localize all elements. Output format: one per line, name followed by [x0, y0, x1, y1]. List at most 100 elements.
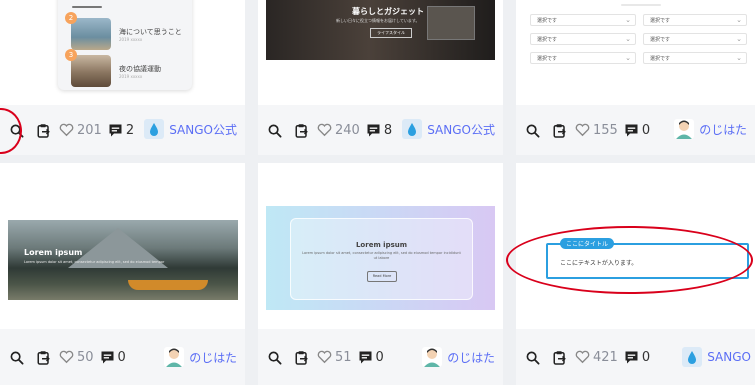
card-footer: 201 2 SANGO公式	[0, 105, 245, 155]
desk-photo	[427, 6, 475, 40]
card-4[interactable]: Lorem ipsum Lorem ipsum dolor sit amet, …	[0, 163, 245, 385]
search-button[interactable]	[526, 121, 540, 140]
author-link[interactable]: のじはた	[164, 347, 237, 367]
card-footer: 421 0 SANGO	[516, 329, 755, 385]
comment-icon	[367, 124, 380, 136]
like-count: 50	[77, 349, 94, 365]
search-button[interactable]	[268, 348, 282, 367]
copy-button[interactable]	[294, 348, 309, 367]
person-avatar-icon	[422, 347, 443, 367]
author-name: SANGO公式	[427, 122, 495, 137]
boat-shape	[128, 280, 208, 290]
preview-select: 選択です	[643, 52, 747, 64]
comment-count: 0	[641, 349, 651, 365]
like-button[interactable]: 201	[59, 123, 102, 138]
heart-icon	[317, 123, 332, 137]
box-label: ここにタイトル	[560, 238, 615, 249]
author-link[interactable]: のじはた	[422, 347, 495, 367]
like-button[interactable]: 51	[317, 350, 352, 365]
author-name: SANGO公式	[169, 122, 237, 137]
like-count: 155	[593, 122, 618, 138]
author-link[interactable]: SANGO	[682, 347, 751, 367]
box-text: ここにテキストが入ります。	[560, 260, 638, 267]
search-icon	[268, 124, 282, 138]
author-name: のじはた	[699, 122, 747, 137]
hero-subtitle: 新しい日々に役立つ情報をお届けしています。	[336, 18, 420, 23]
author-link[interactable]: SANGO公式	[144, 119, 237, 139]
author-name: SANGO	[707, 350, 751, 364]
preview-item-2: 3 夜の協議運動 2019 xxxxx	[65, 49, 161, 87]
search-icon	[526, 351, 540, 365]
copy-button[interactable]	[552, 348, 567, 367]
author-link[interactable]: のじはた	[674, 119, 747, 139]
search-icon	[10, 351, 24, 365]
card-6-preview[interactable]: ここにタイトル ここにテキストが入ります。	[516, 163, 755, 329]
card-2[interactable]: 暮らしとガジェット 新しい日々に役立つ情報をお届けしています。 ライフスタイル …	[258, 0, 503, 155]
card-5-preview[interactable]: Lorem ipsum Lorem ipsum dolor sit amet, …	[266, 206, 495, 310]
search-icon	[10, 124, 24, 138]
card-footer: 50 0 のじはた	[0, 329, 245, 385]
search-button[interactable]	[268, 121, 282, 140]
like-count: 51	[335, 349, 352, 365]
comment-button[interactable]: 2	[108, 123, 134, 138]
heart-icon	[317, 350, 332, 364]
author-name: のじはた	[189, 350, 237, 365]
comment-button[interactable]: 8	[366, 123, 392, 138]
preview-thumb: 2	[65, 12, 111, 50]
read-more-button: Read More	[367, 271, 397, 282]
search-button[interactable]	[10, 348, 24, 367]
comment-icon	[101, 351, 114, 363]
comment-button[interactable]: 0	[624, 123, 650, 138]
heart-icon	[575, 123, 590, 137]
card-5[interactable]: Lorem ipsum Lorem ipsum dolor sit amet, …	[258, 163, 503, 385]
card-3-preview[interactable]: 選択です 選択です 選択です 選択です 選択です 選択です	[516, 0, 755, 105]
like-button[interactable]: 50	[59, 350, 94, 365]
preview-select: 選択です	[530, 33, 636, 45]
author-link[interactable]: SANGO公式	[402, 119, 495, 139]
copy-button[interactable]	[552, 121, 567, 140]
hero-text: Lorem ipsum dolor sit amet, consectetur …	[24, 260, 165, 264]
like-button[interactable]: 421	[575, 350, 618, 365]
comment-button[interactable]: 0	[358, 350, 384, 365]
preview-select: 選択です	[530, 14, 636, 26]
comment-button[interactable]: 0	[624, 350, 650, 365]
card-3[interactable]: 選択です 選択です 選択です 選択です 選択です 選択です 155 0 のじはた	[516, 0, 755, 155]
search-icon	[526, 124, 540, 138]
card-4-preview[interactable]: Lorem ipsum Lorem ipsum dolor sit amet, …	[8, 220, 238, 300]
item-meta: 2019 xxxxx	[119, 73, 143, 79]
panel-text: Lorem ipsum dolor sit amet, consectetur …	[302, 251, 461, 260]
comment-count: 2	[125, 122, 135, 138]
comment-count: 0	[375, 349, 384, 365]
item-number: 2	[65, 12, 77, 24]
hero-button: ライフスタイル	[370, 28, 412, 38]
card-footer: 240 8 SANGO公式	[258, 105, 503, 155]
search-button[interactable]	[526, 348, 540, 367]
hero-title: Lorem ipsum	[24, 248, 83, 257]
preview-select: 選択です	[643, 33, 747, 45]
preview-thumb: 3	[65, 49, 111, 87]
search-icon	[268, 351, 282, 365]
like-button[interactable]: 155	[575, 123, 618, 138]
card-2-preview[interactable]: 暮らしとガジェット 新しい日々に役立つ情報をお届けしています。 ライフスタイル	[266, 0, 495, 60]
heart-icon	[59, 350, 74, 364]
comment-icon	[109, 124, 122, 136]
hero-title: 暮らしとガジェット	[352, 7, 424, 16]
copy-button[interactable]	[36, 121, 51, 140]
item-meta: 2019 xxxxx	[119, 36, 143, 42]
card-1[interactable]: 2 海について思うこと 2019 xxxxx 3 夜の協議運動 2019 xxx…	[0, 0, 245, 155]
copy-button[interactable]	[36, 348, 51, 367]
copy-icon	[295, 351, 308, 365]
like-count: 421	[593, 349, 618, 365]
preview-line	[621, 4, 661, 6]
search-button[interactable]	[10, 121, 24, 140]
card-1-preview[interactable]: 2 海について思うこと 2019 xxxxx 3 夜の協議運動 2019 xxx…	[0, 0, 245, 105]
comment-count: 0	[117, 349, 126, 365]
panel-title: Lorem ipsum	[355, 241, 408, 249]
comment-button[interactable]: 0	[100, 350, 126, 365]
copy-button[interactable]	[294, 121, 309, 140]
preview-line	[72, 6, 102, 8]
card-6[interactable]: ここにタイトル ここにテキストが入ります。 421 0 SANGO	[516, 163, 755, 385]
copy-icon	[37, 124, 50, 138]
like-button[interactable]: 240	[317, 123, 360, 138]
preview-select: 選択です	[530, 52, 636, 64]
